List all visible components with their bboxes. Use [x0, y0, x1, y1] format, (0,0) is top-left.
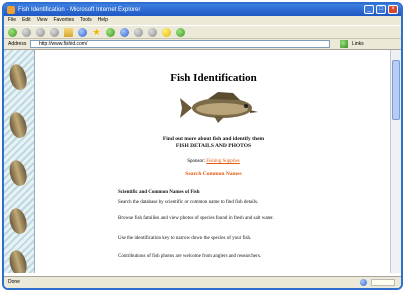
home-icon[interactable]	[64, 27, 73, 37]
menu-file[interactable]: File	[8, 16, 16, 25]
paragraph: Use the identification key to narrow dow…	[118, 236, 252, 241]
intro-line: FISH DETAILS AND PHOTOS	[175, 143, 252, 149]
address-label: Address	[8, 41, 27, 47]
paragraph: Contributions of fish photos are welcome…	[118, 254, 262, 259]
favorites-icon[interactable]: ★	[92, 27, 101, 37]
internet-zone-icon	[360, 279, 367, 286]
refresh-icon[interactable]	[50, 27, 59, 37]
menu-favorites[interactable]: Favorites	[53, 16, 74, 25]
page-content: Fish Identification Find out more about …	[38, 50, 389, 273]
forward-icon[interactable]	[22, 27, 31, 37]
paragraph: Search the database by scientific or com…	[118, 200, 259, 205]
fish-image	[6, 158, 30, 188]
print-icon[interactable]	[148, 27, 157, 37]
messenger-icon[interactable]	[162, 27, 171, 37]
address-bar: Address http://www.fishid.com/ Links	[4, 39, 401, 50]
page-title: Fish Identification	[170, 72, 257, 84]
fish-image	[6, 110, 30, 140]
fish-border-strip	[4, 50, 35, 273]
search-common-names-link[interactable]: Search Common Names	[38, 171, 389, 177]
fish-image	[6, 206, 30, 236]
browser-window: Fish Identification - Microsoft Internet…	[2, 2, 403, 290]
toolbar: ★	[4, 25, 401, 39]
sponsor-line: Sponsor: Fishing Supplies	[38, 159, 389, 164]
fish-image	[6, 62, 30, 92]
menu-edit[interactable]: Edit	[22, 16, 31, 25]
fish-photo	[180, 92, 258, 123]
url-input[interactable]: http://www.fishid.com/	[30, 40, 330, 48]
go-icon[interactable]	[340, 40, 348, 48]
menu-help[interactable]: Help	[98, 16, 108, 25]
status-text: Done	[8, 279, 20, 285]
minimize-button[interactable]: _	[364, 5, 374, 14]
menu-bar: File Edit View Favorites Tools Help	[4, 16, 401, 25]
search-icon[interactable]	[78, 27, 87, 37]
extra-icon[interactable]	[176, 27, 185, 37]
window-title: Fish Identification - Microsoft Internet…	[18, 7, 141, 13]
history-icon[interactable]	[120, 27, 129, 37]
vertical-scrollbar[interactable]	[390, 50, 401, 273]
menu-tools[interactable]: Tools	[80, 16, 92, 25]
back-icon[interactable]	[8, 27, 17, 37]
mail-icon[interactable]	[134, 27, 143, 37]
stop-icon[interactable]	[36, 27, 45, 37]
media-icon[interactable]	[106, 27, 115, 37]
links-label[interactable]: Links	[352, 39, 364, 50]
paragraph: Scientific and Common Names of Fish	[118, 190, 200, 195]
sponsor-label: Sponsor:	[187, 159, 206, 164]
intro-line: Find out more about fish and identify th…	[162, 136, 265, 142]
fish-image	[6, 248, 30, 273]
intro-text: Find out more about fish and identify th…	[38, 136, 389, 150]
scroll-thumb[interactable]	[392, 60, 400, 120]
status-bar: Done	[4, 276, 401, 288]
paragraph: Browse fish families and view photos of …	[118, 216, 274, 221]
browser-icon	[7, 6, 15, 14]
page-viewport: Fish Identification Find out more about …	[4, 50, 401, 273]
zone-label	[371, 279, 395, 286]
maximize-button[interactable]: □	[376, 5, 386, 14]
title-bar[interactable]: Fish Identification - Microsoft Internet…	[4, 4, 401, 16]
close-button[interactable]: ×	[388, 5, 398, 14]
menu-view[interactable]: View	[37, 16, 48, 25]
sponsor-link[interactable]: Fishing Supplies	[206, 159, 239, 164]
